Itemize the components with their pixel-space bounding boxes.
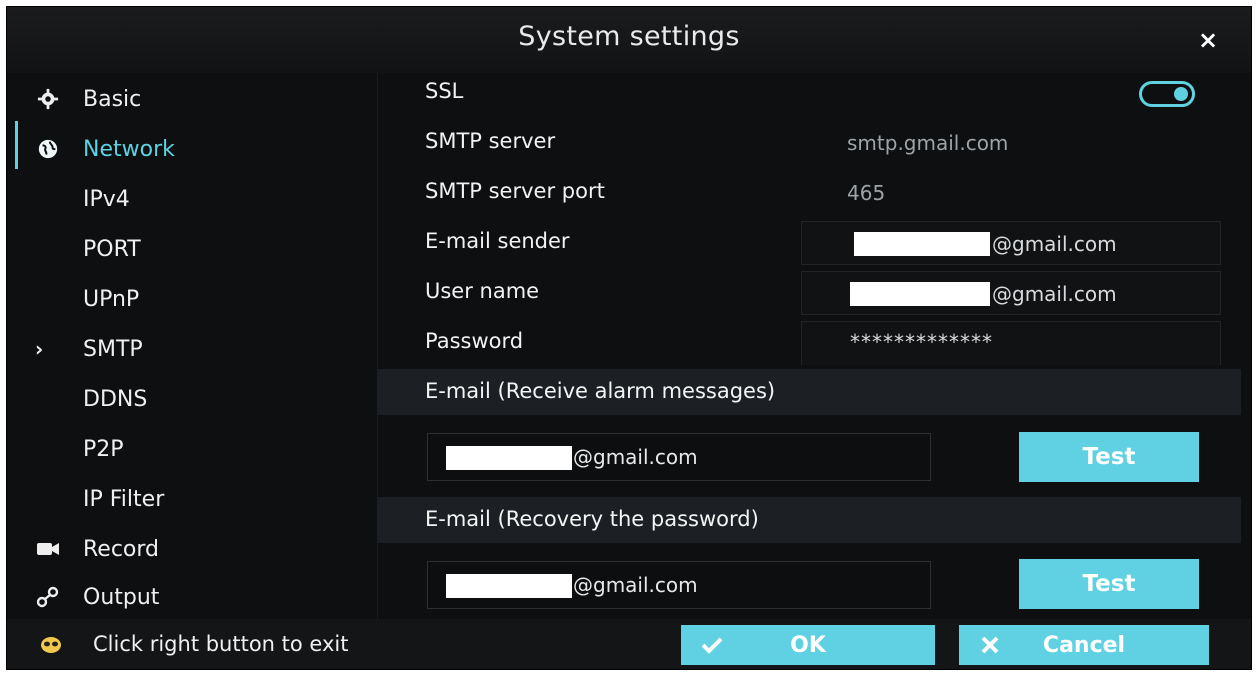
ssl-label: SSL (425, 79, 464, 103)
sidebar-item-record[interactable]: Record (7, 527, 377, 571)
password-field[interactable]: ************* (801, 321, 1221, 365)
email-sender-field[interactable]: @gmail.com (801, 221, 1221, 265)
camera-icon (35, 536, 61, 562)
sidebar-item-label: Record (83, 536, 160, 562)
sidebar-item-ipv4[interactable]: IPv4 (7, 177, 377, 221)
ssl-toggle[interactable] (1139, 81, 1195, 107)
bottom-bar: Click right button to exit OK Cancel (7, 619, 1251, 669)
password-label: Password (425, 329, 524, 353)
recovery-email-section-header: E-mail (Recovery the password) (377, 497, 1241, 543)
recovery-email-test-button[interactable]: Test (1019, 559, 1199, 609)
alarm-email-section-header: E-mail (Receive alarm messages) (377, 369, 1241, 415)
gear-icon (35, 86, 61, 112)
sidebar-item-ddns[interactable]: DDNS (7, 377, 377, 421)
sidebar-item-upnp[interactable]: UPnP (7, 277, 377, 321)
recovery-email-input[interactable]: @gmail.com (427, 561, 931, 609)
email-sender-label: E-mail sender (425, 229, 570, 253)
sidebar-item-label: Output (83, 584, 160, 610)
redacted-block (854, 232, 990, 256)
email-sender-row: E-mail sender @gmail.com (377, 219, 1237, 267)
globe-icon (35, 136, 61, 162)
sidebar-item-network[interactable]: Network (7, 127, 377, 171)
toggle-knob (1174, 87, 1188, 101)
close-icon[interactable]: × (1193, 25, 1223, 55)
sidebar-item-label: IP Filter (83, 486, 165, 512)
recovery-email-section-title: E-mail (Recovery the password) (425, 507, 759, 531)
mouse-icon (39, 633, 63, 657)
sidebar-item-port[interactable]: PORT (7, 227, 377, 271)
smtp-server-value[interactable]: smtp.gmail.com (847, 131, 1008, 155)
sidebar-item-basic[interactable]: Basic (7, 77, 377, 121)
email-sender-value: @gmail.com (992, 232, 1117, 256)
sidebar-item-label: SMTP (83, 336, 143, 362)
sidebar-item-label: DDNS (83, 386, 148, 412)
title-bar: System settings × (7, 7, 1251, 73)
exit-hint: Click right button to exit (93, 632, 349, 656)
close-icon (977, 632, 1003, 658)
password-row: Password ************* (377, 319, 1237, 367)
username-row: User name @gmail.com (377, 269, 1237, 317)
sidebar-item-ip-filter[interactable]: IP Filter (7, 477, 377, 521)
ssl-row: SSL (377, 69, 1237, 117)
smtp-server-label: SMTP server (425, 129, 556, 153)
ok-button[interactable]: OK (681, 625, 935, 665)
smtp-port-row: SMTP server port 465 (377, 169, 1237, 217)
sidebar-item-label: Network (83, 136, 175, 162)
output-icon (35, 584, 61, 610)
check-icon (699, 632, 725, 658)
smtp-port-label: SMTP server port (425, 179, 605, 203)
smtp-server-row: SMTP server smtp.gmail.com (377, 119, 1237, 167)
cancel-button[interactable]: Cancel (959, 625, 1209, 665)
redacted-block (446, 446, 572, 470)
sidebar-item-label: UPnP (83, 286, 140, 312)
sidebar: Basic Network IPv4 PORT UPnP › SMTP DDNS… (7, 73, 377, 618)
sidebar-item-label: IPv4 (83, 186, 130, 212)
smtp-port-value[interactable]: 465 (847, 181, 885, 205)
username-value: @gmail.com (992, 282, 1117, 306)
window-title: System settings (518, 21, 740, 52)
sidebar-item-label: PORT (83, 236, 141, 262)
username-field[interactable]: @gmail.com (801, 271, 1221, 315)
chevron-right-icon: › (35, 337, 44, 361)
settings-screen: System settings × Basic Network IPv4 POR… (6, 6, 1252, 670)
password-value: ************* (850, 330, 993, 354)
redacted-block (850, 282, 990, 306)
alarm-email-section-title: E-mail (Receive alarm messages) (425, 379, 776, 403)
sidebar-item-label: Basic (83, 86, 142, 112)
redacted-block (446, 574, 572, 598)
sidebar-item-label: P2P (83, 436, 124, 462)
sidebar-item-output[interactable]: Output (7, 575, 377, 619)
sidebar-item-smtp[interactable]: › SMTP (7, 327, 377, 371)
alarm-email-input[interactable]: @gmail.com (427, 433, 931, 481)
recovery-email-value: @gmail.com (573, 573, 698, 597)
alarm-email-value: @gmail.com (573, 445, 698, 469)
alarm-email-test-button[interactable]: Test (1019, 432, 1199, 482)
sidebar-item-p2p[interactable]: P2P (7, 427, 377, 471)
username-label: User name (425, 279, 540, 303)
